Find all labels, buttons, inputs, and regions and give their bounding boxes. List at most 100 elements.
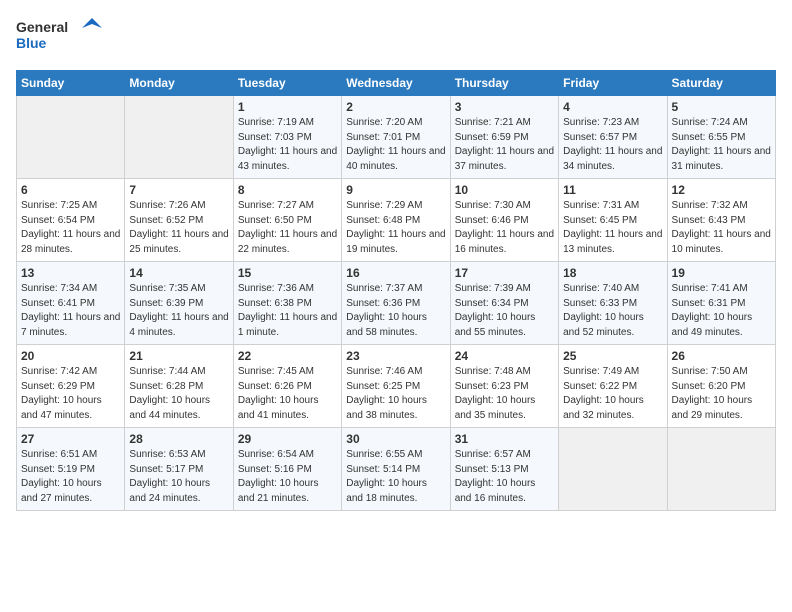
- day-number: 8: [238, 183, 337, 197]
- day-number: 31: [455, 432, 554, 446]
- calendar-cell: 1 Sunrise: 7:19 AM Sunset: 7:03 PM Daylig…: [233, 96, 341, 179]
- calendar-cell: [125, 96, 233, 179]
- svg-text:General: General: [16, 19, 68, 35]
- header-cell-saturday: Saturday: [667, 71, 775, 96]
- day-info: Sunrise: 7:23 AM Sunset: 6:57 PM Dayligh…: [563, 116, 662, 174]
- day-info: Sunrise: 7:24 AM Sunset: 6:55 PM Dayligh…: [672, 116, 771, 174]
- calendar-cell: 25 Sunrise: 7:49 AM Sunset: 6:22 PM Dayli…: [559, 345, 667, 428]
- page-header: General Blue: [16, 16, 776, 58]
- day-number: 14: [129, 266, 228, 280]
- day-info: Sunrise: 7:42 AM Sunset: 6:29 PM Dayligh…: [21, 365, 120, 423]
- day-info: Sunrise: 7:27 AM Sunset: 6:50 PM Dayligh…: [238, 199, 337, 257]
- day-number: 26: [672, 349, 771, 363]
- day-info: Sunrise: 7:49 AM Sunset: 6:22 PM Dayligh…: [563, 365, 662, 423]
- header-row: SundayMondayTuesdayWednesdayThursdayFrid…: [17, 71, 776, 96]
- day-number: 25: [563, 349, 662, 363]
- day-number: 9: [346, 183, 445, 197]
- calendar-cell: 3 Sunrise: 7:21 AM Sunset: 6:59 PM Daylig…: [450, 96, 558, 179]
- day-info: Sunrise: 7:50 AM Sunset: 6:20 PM Dayligh…: [672, 365, 771, 423]
- day-number: 3: [455, 100, 554, 114]
- calendar-cell: 17Sunrise: 7:39 AM Sunset: 6:34 PM Dayli…: [450, 262, 558, 345]
- day-number: 10: [455, 183, 554, 197]
- day-number: 19: [672, 266, 771, 280]
- day-number: 2: [346, 100, 445, 114]
- calendar-cell: 27 Sunrise: 6:51 AM Sunset: 5:19 PM Dayli…: [17, 428, 125, 511]
- day-info: Sunrise: 7:41 AM Sunset: 6:31 PM Dayligh…: [672, 282, 771, 340]
- day-info: Sunrise: 7:37 AM Sunset: 6:36 PM Dayligh…: [346, 282, 445, 340]
- day-info: Sunrise: 7:34 AM Sunset: 6:41 PM Dayligh…: [21, 282, 120, 340]
- day-number: 13: [21, 266, 120, 280]
- day-info: Sunrise: 7:45 AM Sunset: 6:26 PM Dayligh…: [238, 365, 337, 423]
- calendar-cell: 15Sunrise: 7:36 AM Sunset: 6:38 PM Dayli…: [233, 262, 341, 345]
- day-info: Sunrise: 7:31 AM Sunset: 6:45 PM Dayligh…: [563, 199, 662, 257]
- day-info: Sunrise: 6:54 AM Sunset: 5:16 PM Dayligh…: [238, 448, 337, 506]
- day-number: 22: [238, 349, 337, 363]
- calendar-cell: 24 Sunrise: 7:48 AM Sunset: 6:23 PM Dayli…: [450, 345, 558, 428]
- day-number: 27: [21, 432, 120, 446]
- calendar-cell: 7 Sunrise: 7:26 AM Sunset: 6:52 PM Daylig…: [125, 179, 233, 262]
- week-row-2: 6Sunrise: 7:25 AM Sunset: 6:54 PM Daylig…: [17, 179, 776, 262]
- day-info: Sunrise: 7:26 AM Sunset: 6:52 PM Dayligh…: [129, 199, 228, 257]
- calendar-cell: 26 Sunrise: 7:50 AM Sunset: 6:20 PM Dayli…: [667, 345, 775, 428]
- day-number: 5: [672, 100, 771, 114]
- day-number: 11: [563, 183, 662, 197]
- day-info: Sunrise: 7:20 AM Sunset: 7:01 PM Dayligh…: [346, 116, 445, 174]
- calendar-cell: 19 Sunrise: 7:41 AM Sunset: 6:31 PM Dayli…: [667, 262, 775, 345]
- day-info: Sunrise: 7:29 AM Sunset: 6:48 PM Dayligh…: [346, 199, 445, 257]
- calendar-cell: 23Sunrise: 7:46 AM Sunset: 6:25 PM Dayli…: [342, 345, 450, 428]
- calendar-cell: 13 Sunrise: 7:34 AM Sunset: 6:41 PM Dayli…: [17, 262, 125, 345]
- day-number: 7: [129, 183, 228, 197]
- calendar-cell: [17, 96, 125, 179]
- week-row-5: 27 Sunrise: 6:51 AM Sunset: 5:19 PM Dayli…: [17, 428, 776, 511]
- week-row-3: 13 Sunrise: 7:34 AM Sunset: 6:41 PM Dayli…: [17, 262, 776, 345]
- calendar-cell: 21Sunrise: 7:44 AM Sunset: 6:28 PM Dayli…: [125, 345, 233, 428]
- calendar-cell: [667, 428, 775, 511]
- day-info: Sunrise: 6:51 AM Sunset: 5:19 PM Dayligh…: [21, 448, 120, 506]
- calendar-cell: [559, 428, 667, 511]
- calendar-cell: 30Sunrise: 6:55 AM Sunset: 5:14 PM Dayli…: [342, 428, 450, 511]
- calendar-cell: 10 Sunrise: 7:30 AM Sunset: 6:46 PM Dayli…: [450, 179, 558, 262]
- header-cell-tuesday: Tuesday: [233, 71, 341, 96]
- day-number: 30: [346, 432, 445, 446]
- day-info: Sunrise: 6:53 AM Sunset: 5:17 PM Dayligh…: [129, 448, 228, 506]
- calendar-cell: 12 Sunrise: 7:32 AM Sunset: 6:43 PM Dayli…: [667, 179, 775, 262]
- day-info: Sunrise: 7:21 AM Sunset: 6:59 PM Dayligh…: [455, 116, 554, 174]
- day-number: 18: [563, 266, 662, 280]
- day-info: Sunrise: 7:44 AM Sunset: 6:28 PM Dayligh…: [129, 365, 228, 423]
- calendar-cell: 11 Sunrise: 7:31 AM Sunset: 6:45 PM Dayli…: [559, 179, 667, 262]
- calendar-cell: 22 Sunrise: 7:45 AM Sunset: 6:26 PM Dayli…: [233, 345, 341, 428]
- calendar-cell: 29 Sunrise: 6:54 AM Sunset: 5:16 PM Dayli…: [233, 428, 341, 511]
- calendar-cell: 5 Sunrise: 7:24 AM Sunset: 6:55 PM Daylig…: [667, 96, 775, 179]
- day-info: Sunrise: 7:19 AM Sunset: 7:03 PM Dayligh…: [238, 116, 337, 174]
- calendar-table: SundayMondayTuesdayWednesdayThursdayFrid…: [16, 70, 776, 511]
- day-number: 29: [238, 432, 337, 446]
- calendar-header: SundayMondayTuesdayWednesdayThursdayFrid…: [17, 71, 776, 96]
- day-number: 12: [672, 183, 771, 197]
- calendar-cell: 14Sunrise: 7:35 AM Sunset: 6:39 PM Dayli…: [125, 262, 233, 345]
- header-cell-monday: Monday: [125, 71, 233, 96]
- calendar-cell: 16 Sunrise: 7:37 AM Sunset: 6:36 PM Dayli…: [342, 262, 450, 345]
- day-info: Sunrise: 7:46 AM Sunset: 6:25 PM Dayligh…: [346, 365, 445, 423]
- day-number: 28: [129, 432, 228, 446]
- calendar-cell: 20Sunrise: 7:42 AM Sunset: 6:29 PM Dayli…: [17, 345, 125, 428]
- calendar-body: 1 Sunrise: 7:19 AM Sunset: 7:03 PM Daylig…: [17, 96, 776, 511]
- day-number: 4: [563, 100, 662, 114]
- calendar-cell: 6Sunrise: 7:25 AM Sunset: 6:54 PM Daylig…: [17, 179, 125, 262]
- day-info: Sunrise: 7:30 AM Sunset: 6:46 PM Dayligh…: [455, 199, 554, 257]
- svg-text:Blue: Blue: [16, 35, 47, 51]
- header-cell-sunday: Sunday: [17, 71, 125, 96]
- header-cell-thursday: Thursday: [450, 71, 558, 96]
- day-number: 24: [455, 349, 554, 363]
- day-number: 16: [346, 266, 445, 280]
- day-number: 1: [238, 100, 337, 114]
- header-cell-wednesday: Wednesday: [342, 71, 450, 96]
- day-number: 6: [21, 183, 120, 197]
- day-info: Sunrise: 7:39 AM Sunset: 6:34 PM Dayligh…: [455, 282, 554, 340]
- day-info: Sunrise: 7:48 AM Sunset: 6:23 PM Dayligh…: [455, 365, 554, 423]
- header-cell-friday: Friday: [559, 71, 667, 96]
- day-number: 15: [238, 266, 337, 280]
- day-info: Sunrise: 7:32 AM Sunset: 6:43 PM Dayligh…: [672, 199, 771, 257]
- week-row-1: 1 Sunrise: 7:19 AM Sunset: 7:03 PM Daylig…: [17, 96, 776, 179]
- week-row-4: 20Sunrise: 7:42 AM Sunset: 6:29 PM Dayli…: [17, 345, 776, 428]
- calendar-cell: 18Sunrise: 7:40 AM Sunset: 6:33 PM Dayli…: [559, 262, 667, 345]
